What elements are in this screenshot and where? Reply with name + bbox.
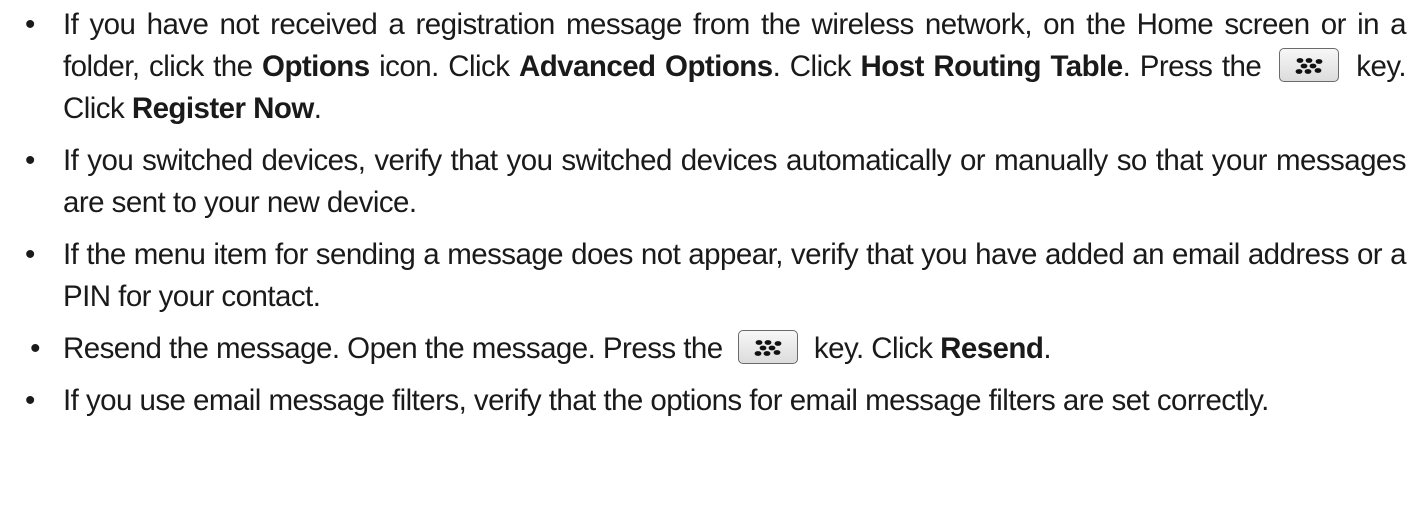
list-item-switched-devices: • If you switched devices, verify that yo… xyxy=(16,140,1407,224)
item-text: Resend the message. Open the message. Pr… xyxy=(63,332,731,365)
list-item-email-filters: • If you use email message filters, verif… xyxy=(16,380,1406,422)
item-text: If you use email message filters, verify… xyxy=(63,384,1269,417)
bold-term-options: Options xyxy=(262,50,370,83)
bold-term-host-routing-table: Host Routing Table xyxy=(860,50,1124,83)
list-item-registration: • If you have not received a registration… xyxy=(16,4,1407,130)
item-text: . xyxy=(1043,332,1051,365)
item-text: . Click xyxy=(772,50,861,83)
item-text: icon. Click xyxy=(369,50,519,83)
blackberry-menu-key-icon xyxy=(738,330,799,365)
document-page: • If you have not received a registration… xyxy=(0,0,1422,516)
bullet-icon: • xyxy=(25,384,35,417)
blackberry-menu-key-icon xyxy=(1278,48,1339,83)
item-text: If you switched devices, verify that you… xyxy=(63,144,1407,219)
item-text: . xyxy=(313,92,322,125)
bullet-icon: • xyxy=(30,332,40,365)
bullet-icon: • xyxy=(25,8,35,41)
item-text: key. Click xyxy=(806,332,941,365)
bullet-icon: • xyxy=(25,144,35,177)
bold-term-resend: Resend xyxy=(940,332,1044,365)
troubleshooting-list: • If you have not received a registration… xyxy=(16,4,1407,422)
item-text: . Press the xyxy=(1122,50,1271,83)
bold-term-advanced-options: Advanced Options xyxy=(518,50,773,83)
list-item-menu-item: • If the menu item for sending a message … xyxy=(16,234,1407,318)
bullet-icon: • xyxy=(25,238,35,271)
list-item-resend: • Resend the message. Open the message. P… xyxy=(16,328,1406,370)
bold-term-register-now: Register Now xyxy=(131,92,314,125)
item-text: If the menu item for sending a message d… xyxy=(63,238,1407,313)
